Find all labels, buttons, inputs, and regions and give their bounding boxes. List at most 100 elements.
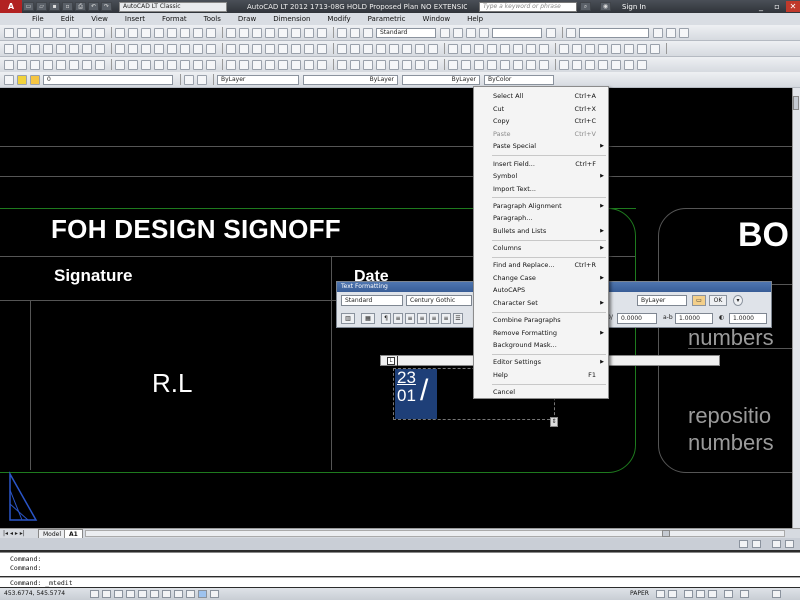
toolbar-tool-icon[interactable] (69, 43, 79, 54)
menu-help[interactable]: Help (467, 15, 483, 23)
toolbar-tool-icon[interactable] (500, 59, 510, 70)
toolbar-tool-icon[interactable] (546, 27, 556, 38)
menu-draw[interactable]: Draw (238, 15, 256, 23)
toolbar-tool-icon[interactable] (363, 43, 373, 54)
text-color-select[interactable]: ByLayer (637, 295, 687, 306)
align-center-icon[interactable]: ≡ (405, 313, 415, 324)
toolbar-tool-icon[interactable] (30, 27, 40, 38)
toolbar-tool-icon[interactable] (448, 59, 458, 70)
menu-format[interactable]: Format (162, 15, 187, 23)
context-menu-item[interactable]: Bullets and Lists ▶ (474, 225, 608, 237)
paragraph-icon[interactable]: ¶ (381, 313, 391, 324)
lock-icon[interactable] (740, 590, 749, 598)
toolbar-tool-icon[interactable] (265, 27, 275, 38)
plotstyle-select[interactable]: ByColor (484, 74, 554, 85)
toolbar-tool-icon[interactable] (128, 59, 138, 70)
toolbar-tool-icon[interactable] (461, 43, 471, 54)
toolbar-tool-icon[interactable] (167, 43, 177, 54)
context-menu-item[interactable]: Change Case ▶ (474, 272, 608, 284)
toolbar-tool-icon[interactable] (226, 59, 236, 70)
toolbar-tool-icon[interactable] (82, 59, 92, 70)
layer-manager-icon[interactable] (4, 74, 14, 85)
toolbar-tool-icon[interactable] (239, 27, 249, 38)
toolbar-tool-icon[interactable] (389, 43, 399, 54)
toolbar-tool-icon[interactable] (206, 27, 216, 38)
space-toggle[interactable]: PAPER (630, 588, 649, 600)
toolbar-tool-icon[interactable] (43, 27, 53, 38)
maximize-viewport-icon[interactable] (739, 540, 748, 548)
width-factor-input[interactable]: 1.0000 (729, 313, 767, 324)
context-menu-item[interactable]: Find and Replace... Ctrl+R (474, 259, 608, 271)
toolbar-tool-icon[interactable] (115, 43, 125, 54)
menu-window[interactable]: Window (423, 15, 451, 23)
toolbar-tool-icon[interactable] (291, 43, 301, 54)
toolbar-tool-icon[interactable] (291, 27, 301, 38)
plot-icon[interactable]: ⎙ (75, 2, 86, 11)
make-current-icon[interactable] (184, 74, 194, 85)
toolbar-tool-icon[interactable] (128, 43, 138, 54)
tracking-input[interactable]: 1.0000 (675, 313, 713, 324)
horizontal-scrollbar-thumb[interactable] (662, 530, 670, 537)
toolbar-tool-icon[interactable] (95, 43, 105, 54)
toolbar-tool-icon[interactable] (252, 27, 262, 38)
context-menu-item[interactable]: Symbol ▶ (474, 170, 608, 182)
context-menu-item[interactable]: Cancel (474, 386, 608, 398)
toolbar-tool-icon[interactable] (265, 43, 275, 54)
justification-icon[interactable]: ▦ (361, 313, 375, 324)
toolbar-tool-icon[interactable] (193, 43, 203, 54)
context-menu-item[interactable]: Paste Special ▶ (474, 140, 608, 152)
steering-wheel-icon[interactable] (708, 590, 717, 598)
toolbar-tool-icon[interactable] (304, 27, 314, 38)
save-icon[interactable]: ▪ (49, 2, 60, 11)
polar-icon[interactable] (126, 590, 135, 598)
toolbar-tool-icon[interactable] (653, 27, 663, 38)
toolbar-tool-icon[interactable] (154, 27, 164, 38)
toolbar-tool-icon[interactable] (167, 59, 177, 70)
toolbar-tool-icon[interactable] (461, 59, 471, 70)
toolbar-tool-icon[interactable] (154, 43, 164, 54)
toolbar-tool-icon[interactable] (17, 43, 27, 54)
vertical-scrollbar[interactable] (792, 88, 800, 528)
toolbar-tool-icon[interactable] (624, 59, 634, 70)
text-style-select[interactable]: Standard (341, 295, 403, 306)
resize-handle-icon[interactable]: ⇕ (550, 417, 558, 427)
zoom-icon[interactable] (696, 590, 705, 598)
osnap-icon[interactable] (138, 590, 147, 598)
toolbar-tool-icon[interactable] (82, 43, 92, 54)
toolbar-tool-icon[interactable] (624, 43, 634, 54)
open-icon[interactable]: ▱ (36, 2, 47, 11)
toolbar-tool-icon[interactable] (304, 59, 314, 70)
lineweight-icon[interactable] (174, 590, 183, 598)
context-menu-item[interactable]: Help F1 (474, 369, 608, 381)
context-menu-item[interactable]: Background Mask... (474, 339, 608, 351)
otrack-icon[interactable] (150, 590, 159, 598)
toolbar-tool-icon[interactable] (637, 59, 647, 70)
toolbar-tool-icon[interactable] (43, 43, 53, 54)
context-menu-item[interactable]: Editor Settings ▶ (474, 356, 608, 368)
toolbar-tool-icon[interactable] (474, 59, 484, 70)
toolbar-tool-icon[interactable] (389, 59, 399, 70)
context-menu-item[interactable]: Import Text... (474, 183, 608, 195)
oblique-angle-input[interactable]: 0.0000 (617, 313, 657, 324)
ortho-icon[interactable] (114, 590, 123, 598)
command-line-input[interactable]: Command: _mtedit (0, 577, 800, 587)
ruler-toggle-icon[interactable]: ▭ (692, 295, 706, 306)
toolbar-tool-icon[interactable] (128, 27, 138, 38)
toolbar-tool-icon[interactable] (193, 27, 203, 38)
context-menu-item[interactable]: Select All Ctrl+A (474, 90, 608, 102)
toolbar-tool-icon[interactable] (539, 43, 549, 54)
menu-dimension[interactable]: Dimension (273, 15, 310, 23)
toolbar-tool-icon[interactable] (4, 27, 14, 38)
clean-screen-icon[interactable] (772, 590, 781, 598)
toolbar-tool-icon[interactable] (572, 59, 582, 70)
color-select[interactable]: ByLayer (217, 74, 299, 85)
toolbar-tool-icon[interactable] (500, 43, 510, 54)
toolbar-tool-icon[interactable] (4, 43, 14, 54)
toolbar-tool-icon[interactable] (56, 27, 66, 38)
toolbar-tool-icon[interactable] (666, 27, 676, 38)
toolbar-tool-icon[interactable] (17, 59, 27, 70)
toolbar-tool-icon[interactable] (376, 43, 386, 54)
search-icon[interactable]: ⌕ (580, 2, 591, 11)
toolbar-tool-icon[interactable] (252, 59, 262, 70)
minimize-icon[interactable]: _ (754, 1, 768, 12)
